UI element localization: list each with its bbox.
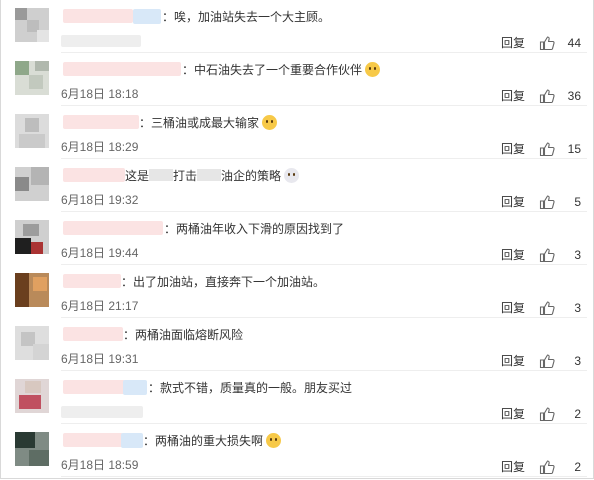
- avatar[interactable]: [15, 432, 49, 466]
- thumbs-up-icon[interactable]: [539, 194, 555, 210]
- blurred-username-tail: [121, 433, 143, 448]
- blurred-username[interactable]: [63, 274, 121, 288]
- timestamp: 6月18日 21:17: [61, 299, 139, 313]
- comment-text: 这是 打击 油企的策略: [125, 167, 300, 185]
- blurred-meta: [61, 406, 143, 418]
- like-count: 3: [574, 301, 581, 315]
- reply-button[interactable]: 回复: [501, 459, 525, 475]
- blurred-username[interactable]: [63, 380, 125, 394]
- blurred-username[interactable]: [63, 168, 125, 182]
- thumbs-up-icon[interactable]: [539, 459, 555, 475]
- avatar[interactable]: [15, 220, 49, 254]
- comment-item: ：出了加油站，直接奔下一个加油站。 6月18日 21:17 回复 3: [1, 265, 593, 318]
- blurred-username-tail: [123, 380, 147, 395]
- comment-text: ：两桶油年收入下滑的原因找到了: [164, 222, 345, 236]
- timestamp: 6月18日 18:29: [61, 140, 139, 154]
- blurred-username[interactable]: [63, 62, 181, 76]
- comment-item: ：两桶油面临熔断风险 6月18日 19:31 回复 3: [1, 318, 593, 371]
- comment-text: ：款式不错，质量真的一般。朋友买过: [148, 381, 353, 395]
- comment-item: ：三桶油或成最大输家 6月18日 18:29 回复 15: [1, 106, 593, 159]
- like-count: 3: [574, 248, 581, 262]
- comment-text: ：两桶油面临熔断风险: [123, 328, 244, 342]
- comment-text: ：出了加油站，直接奔下一个加油站。: [121, 275, 326, 289]
- like-count: 44: [567, 36, 581, 50]
- reply-button[interactable]: 回复: [501, 88, 525, 104]
- timestamp: 6月18日 18:59: [61, 458, 139, 472]
- comment-item: ：款式不错，质量真的一般。朋友买过 回复 2: [1, 371, 593, 424]
- avatar[interactable]: [15, 379, 49, 413]
- reply-button[interactable]: 回复: [501, 406, 525, 422]
- comment-text: ：唉，加油站失去一个大主顾。: [162, 10, 331, 24]
- blurred-username[interactable]: [63, 433, 123, 447]
- like-count: 36: [567, 89, 581, 103]
- avatar[interactable]: [15, 273, 49, 307]
- blurred-username[interactable]: [63, 327, 123, 341]
- avatar[interactable]: [15, 167, 49, 201]
- like-count: 3: [574, 354, 581, 368]
- laugh-cry-emoji-icon: [266, 433, 282, 448]
- reply-button[interactable]: 回复: [501, 141, 525, 157]
- reply-button[interactable]: 回复: [501, 194, 525, 210]
- blurred-meta: [61, 35, 141, 47]
- comment-item: 这是 打击 油企的策略 6月18日 19:32 回复 5: [1, 159, 593, 212]
- doge-emoji-icon: [365, 62, 381, 77]
- like-count: 15: [567, 142, 581, 156]
- thumbs-up-icon[interactable]: [539, 353, 555, 369]
- comment-item: ：两桶油的重大损失啊 6月18日 18:59 回复 2: [1, 424, 593, 477]
- thumbs-up-icon[interactable]: [539, 406, 555, 422]
- comment-item: ：唉，加油站失去一个大主顾。 回复 44: [1, 0, 593, 53]
- like-count: 2: [574, 460, 581, 474]
- avatar[interactable]: [15, 61, 49, 95]
- reply-button[interactable]: 回复: [501, 353, 525, 369]
- blurred-word: [149, 169, 174, 181]
- avatar[interactable]: [15, 8, 49, 42]
- like-count: 2: [574, 407, 581, 421]
- thumbs-up-icon[interactable]: [539, 247, 555, 263]
- comment-list: ：唉，加油站失去一个大主顾。 回复 44 ：中石油失去了一个重要合作伙伴 6月1…: [0, 0, 594, 479]
- thumbs-up-icon[interactable]: [539, 300, 555, 316]
- comment-item: ：两桶油年收入下滑的原因找到了 6月18日 19:44 回复 3: [1, 212, 593, 265]
- doge-emoji-icon: [262, 115, 278, 130]
- comment-text: ：三桶油或成最大输家: [139, 114, 278, 132]
- comment-item: ：中石油失去了一个重要合作伙伴 6月18日 18:18 回复 36: [1, 53, 593, 106]
- avatar[interactable]: [15, 326, 49, 360]
- timestamp: 6月18日 19:32: [61, 193, 139, 207]
- timestamp: 6月18日 19:44: [61, 246, 139, 260]
- reply-button[interactable]: 回复: [501, 35, 525, 51]
- blurred-username[interactable]: [63, 115, 139, 129]
- blurred-username[interactable]: [63, 9, 133, 23]
- comment-text: ：中石油失去了一个重要合作伙伴: [182, 61, 381, 79]
- thumbs-up-icon[interactable]: [539, 88, 555, 104]
- blurred-word: [197, 169, 222, 181]
- blurred-username-tail: [133, 9, 161, 24]
- timestamp: 6月18日 18:18: [61, 87, 139, 101]
- thumbs-up-icon[interactable]: [539, 141, 555, 157]
- thumbs-up-icon[interactable]: [539, 35, 555, 51]
- comment-text: ：两桶油的重大损失啊: [143, 432, 282, 450]
- reply-button[interactable]: 回复: [501, 247, 525, 263]
- blurred-username[interactable]: [63, 221, 163, 235]
- like-count: 5: [574, 195, 581, 209]
- avatar[interactable]: [15, 114, 49, 148]
- reply-button[interactable]: 回复: [501, 300, 525, 316]
- timestamp: 6月18日 19:31: [61, 352, 139, 366]
- skull-emoji-icon: [284, 168, 300, 183]
